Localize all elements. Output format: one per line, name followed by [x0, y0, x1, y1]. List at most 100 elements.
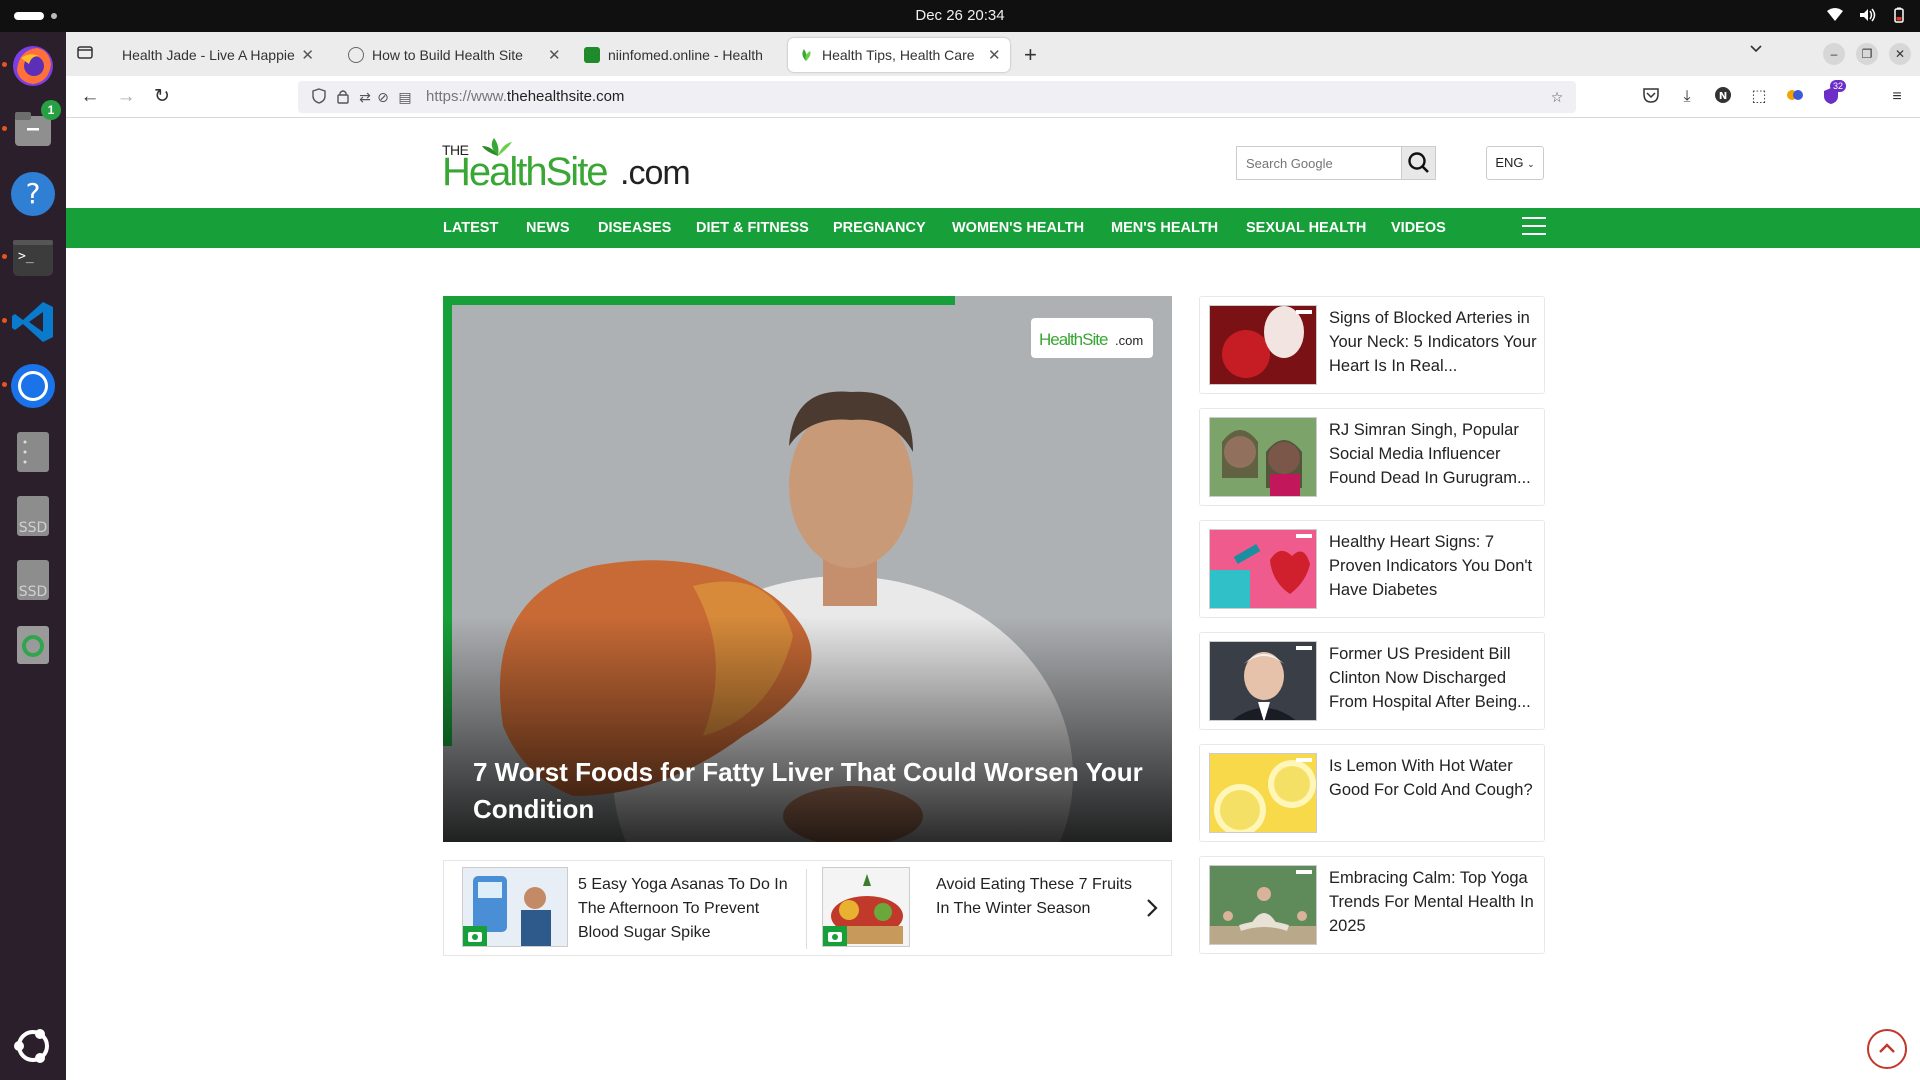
language-selector[interactable]: ENG ⌄ — [1486, 146, 1544, 180]
reader-view-icon[interactable]: ▤ — [396, 88, 414, 106]
sidebar-article[interactable]: Signs of Blocked Arteries in Your Neck: … — [1199, 296, 1545, 394]
ssd-drive-icon[interactable]: SSD — [9, 556, 57, 604]
camera-icon — [823, 926, 847, 946]
article-thumbnail — [822, 867, 910, 947]
battery-icon[interactable] — [1890, 6, 1908, 24]
star-icon[interactable]: ☆ — [1548, 88, 1566, 106]
close-icon[interactable]: ✕ — [548, 46, 561, 64]
article-carousel: 5 Easy Yoga Asanas To Do In The Afternoo… — [443, 860, 1172, 956]
firefox-icon[interactable] — [2, 42, 57, 90]
shield-extension-icon[interactable]: 32 — [1820, 80, 1847, 108]
volume-icon[interactable] — [1858, 6, 1876, 24]
sidebar-article-title[interactable]: Healthy Heart Signs: 7 Proven Indicators… — [1329, 530, 1541, 602]
ubuntu-apps-icon[interactable] — [9, 1022, 57, 1070]
terminal-icon[interactable]: >_ — [2, 234, 57, 282]
featured-headline[interactable]: 7 Worst Foods for Fatty Liver That Could… — [473, 754, 1153, 828]
site-logo[interactable]: THE HealthSite .com — [442, 138, 691, 198]
sidebar-article-title[interactable]: Former US President Bill Clinton Now Dis… — [1329, 642, 1541, 714]
featured-article[interactable]: HealthSite .com 7 Worst Foods for Fatty L… — [443, 296, 1172, 842]
back-button[interactable]: ← — [78, 85, 102, 109]
navigation-toolbar: ← → ↻ ⇄ ⊘ ▤ https://www.thehealthsite.co… — [66, 76, 1920, 118]
firefox-view-icon[interactable] — [74, 43, 96, 65]
close-window-button[interactable]: ✕ — [1889, 43, 1911, 65]
sidebar-article-title[interactable]: RJ Simran Singh, Popular Social Media In… — [1329, 418, 1541, 490]
shield-icon[interactable] — [310, 88, 328, 106]
article-thumbnail — [1209, 305, 1317, 385]
tab-health-jade[interactable]: Health Jade - Live A Happier ✕ — [112, 38, 322, 72]
hamburger-menu-icon[interactable]: ≡ — [1886, 86, 1908, 108]
system-tray[interactable] — [1826, 6, 1908, 24]
svg-text:.com: .com — [1115, 333, 1143, 348]
article-thumbnail — [1209, 529, 1317, 609]
sidebar-article-title[interactable]: Is Lemon With Hot Water Good For Cold An… — [1329, 754, 1541, 802]
account-n-icon[interactable]: N — [1712, 86, 1734, 108]
sidebar-article-title[interactable]: Signs of Blocked Arteries in Your Neck: … — [1329, 306, 1541, 378]
permissions-icon[interactable]: ⇄ — [356, 88, 374, 106]
chevron-up-icon — [1879, 1043, 1895, 1053]
sidebar-article[interactable]: Former US President Bill Clinton Now Dis… — [1199, 632, 1545, 730]
tab-title: Health Jade - Live A Happier — [122, 47, 296, 63]
vscode-icon[interactable] — [2, 298, 57, 346]
scroll-to-top-button[interactable] — [1867, 1029, 1907, 1069]
new-tab-button[interactable]: + — [1024, 42, 1037, 68]
logo-dotcom: .com — [620, 154, 691, 192]
close-icon[interactable]: ✕ — [301, 46, 314, 64]
trash-icon[interactable] — [9, 620, 57, 668]
tab-how-to-build[interactable]: How to Build Health Site ✕ — [338, 38, 572, 72]
tab-health-tips[interactable]: Health Tips, Health Care ✕ — [788, 38, 1010, 72]
carousel-title[interactable]: Avoid Eating These 7 Fruits In The Winte… — [936, 873, 1136, 921]
pocket-icon[interactable] — [1640, 86, 1662, 108]
sidebar-article-title[interactable]: Embracing Calm: Top Yoga Trends For Ment… — [1329, 866, 1541, 938]
chevron-right-icon[interactable] — [1144, 897, 1160, 919]
search-button[interactable] — [1401, 147, 1435, 179]
lock-icon[interactable] — [334, 88, 352, 106]
nav-mens-health[interactable]: MEN'S HEALTH — [1111, 220, 1218, 236]
chevron-down-icon[interactable] — [1749, 42, 1763, 61]
forward-button[interactable]: → — [114, 85, 138, 109]
nav-videos[interactable]: VIDEOS — [1391, 220, 1446, 236]
logo-health: HealthSite — [442, 150, 609, 194]
download-icon[interactable]: ⤓ — [1676, 86, 1698, 108]
svg-text:?: ? — [26, 177, 41, 210]
nav-sexual-health[interactable]: SEXUAL HEALTH — [1246, 220, 1366, 236]
help-icon[interactable]: ? — [9, 170, 57, 218]
nav-womens-health[interactable]: WOMEN'S HEALTH — [952, 220, 1084, 236]
wifi-icon[interactable] — [1826, 6, 1844, 24]
minimize-button[interactable]: – — [1823, 43, 1845, 65]
sidebar-article[interactable]: Healthy Heart Signs: 7 Proven Indicators… — [1199, 520, 1545, 618]
reload-button[interactable]: ↻ — [150, 85, 174, 109]
ubuntu-dock: 1 ? >_ SSD SSD — [0, 32, 66, 1080]
carousel-item[interactable]: 5 Easy Yoga Asanas To Do In The Afternoo… — [462, 867, 802, 949]
system-clock[interactable]: Dec 26 20:34 — [0, 7, 1920, 24]
url-bar[interactable]: ⇄ ⊘ ▤ https://www.thehealthsite.com ☆ — [298, 81, 1576, 113]
ssd-drive-icon[interactable]: SSD — [9, 492, 57, 540]
article-thumbnail — [1209, 641, 1317, 721]
search-icon — [1408, 152, 1429, 173]
language-label: ENG — [1495, 155, 1524, 170]
svg-text:SSD: SSD — [19, 584, 48, 600]
carousel-item[interactable]: Avoid Eating These 7 Fruits In The Winte… — [822, 867, 1142, 949]
sidebar-article[interactable]: Embracing Calm: Top Yoga Trends For Ment… — [1199, 856, 1545, 954]
nav-news[interactable]: NEWS — [526, 220, 570, 236]
sidebar-article[interactable]: RJ Simran Singh, Popular Social Media In… — [1199, 408, 1545, 506]
accent-bar-top — [443, 296, 955, 305]
leaf-logo-icon — [482, 138, 512, 156]
extensions-icon[interactable]: ⬚ — [1748, 86, 1770, 108]
notification-badge: 1 — [41, 100, 61, 120]
tracking-off-icon[interactable]: ⊘ — [374, 88, 392, 106]
chromium-icon[interactable] — [2, 362, 57, 410]
nav-diet-fitness[interactable]: DIET & FITNESS — [696, 220, 809, 236]
restore-button[interactable]: ❐ — [1856, 43, 1878, 65]
disk-manager-icon[interactable] — [9, 428, 57, 476]
article-thumbnail — [1209, 753, 1317, 833]
hamburger-menu-icon[interactable] — [1522, 217, 1546, 237]
nav-pregnancy[interactable]: PREGNANCY — [833, 220, 926, 236]
color-extension-icon[interactable] — [1784, 86, 1806, 108]
nav-diseases[interactable]: DISEASES — [598, 220, 671, 236]
camera-icon — [463, 926, 487, 946]
close-icon[interactable]: ✕ — [988, 46, 1001, 64]
carousel-title[interactable]: 5 Easy Yoga Asanas To Do In The Afternoo… — [578, 873, 798, 945]
nav-latest[interactable]: LATEST — [443, 220, 498, 236]
files-icon[interactable]: 1 — [2, 100, 61, 154]
sidebar-article[interactable]: Is Lemon With Hot Water Good For Cold An… — [1199, 744, 1545, 842]
